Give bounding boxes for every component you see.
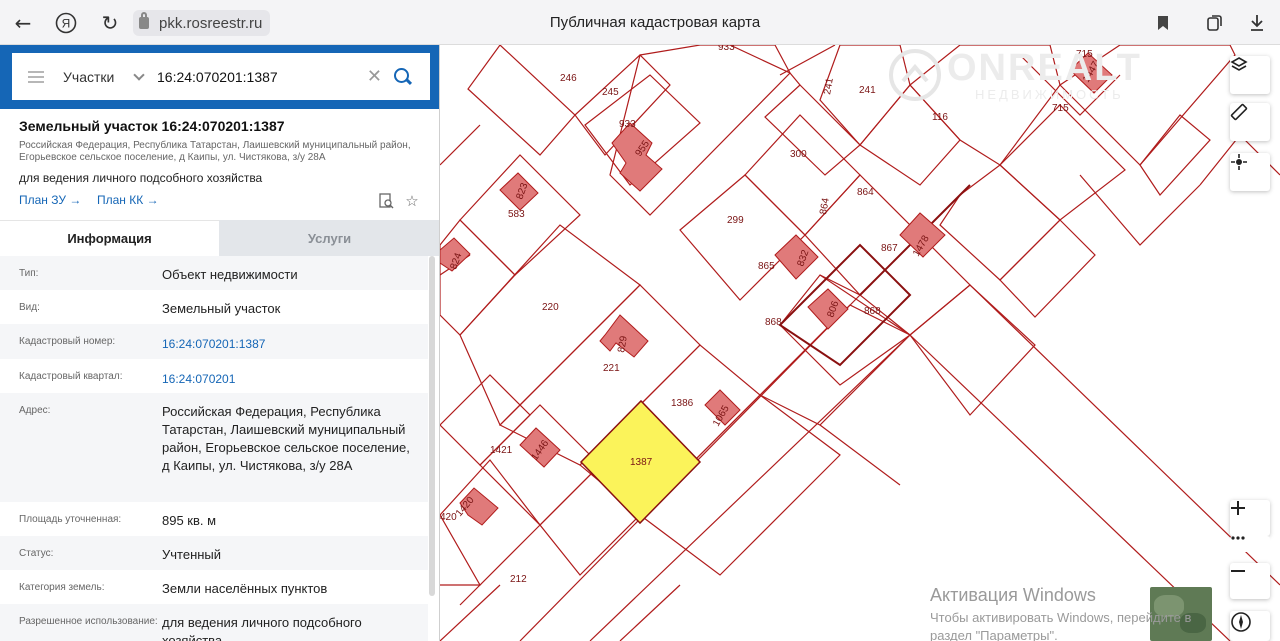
- parcel-label: 245: [602, 87, 619, 98]
- info-key: Разрешенное использование:: [19, 616, 158, 627]
- parcel-label: 1421: [490, 445, 513, 456]
- search-input[interactable]: 16:24:070201:1387: [157, 69, 367, 85]
- selected-parcel-label: 1387: [630, 457, 653, 468]
- parcel-label: 212: [510, 574, 527, 585]
- plan-kk-link[interactable]: План КК →: [97, 193, 159, 207]
- parcel-title: Земельный участок 16:24:070201:1387: [19, 118, 285, 134]
- info-row: Тип: Объект недвижимости: [0, 256, 428, 290]
- info-key: Кадастровый номер:: [19, 336, 116, 347]
- info-key: Статус:: [19, 548, 54, 559]
- info-row: Категория земель: Земли населённых пункт…: [0, 570, 428, 604]
- info-panel: Участки 16:24:070201:1387 ✕ ❮ Земельный …: [0, 45, 440, 641]
- cadastral-number-link[interactable]: 16:24:070201:1387: [162, 324, 412, 359]
- star-icon[interactable]: ☆: [404, 193, 420, 209]
- info-row: Разрешенное использование: для ведения л…: [0, 604, 428, 641]
- cadastral-map[interactable]: 933 246 245 933 241 241 715 1447 715 116…: [440, 45, 1280, 641]
- parcel-label: 583: [508, 209, 525, 220]
- parcel-label: 116: [932, 112, 948, 123]
- chevron-down-icon[interactable]: [133, 68, 145, 81]
- search-band: Участки 16:24:070201:1387 ✕ ❮: [0, 45, 439, 109]
- info-value: Учтенный: [162, 547, 222, 562]
- info-key: Категория земель:: [19, 582, 105, 593]
- info-row: Статус: Учтенный: [0, 536, 428, 570]
- dots-icon: [1231, 536, 1245, 540]
- info-table: Тип: Объект недвижимости Вид: Земельный …: [0, 256, 428, 641]
- menu-icon[interactable]: [28, 70, 44, 83]
- parcel-label: 299: [727, 215, 744, 226]
- info-value: Российская Федерация, Республика Татарст…: [162, 404, 410, 473]
- parcel-label: 1386: [671, 398, 694, 409]
- collections-icon[interactable]: [1201, 10, 1227, 36]
- info-key: Площадь уточненная:: [19, 514, 122, 525]
- locate-button[interactable]: [1230, 153, 1270, 191]
- compass-button[interactable]: [1230, 611, 1270, 641]
- ruler-icon: [1230, 103, 1248, 121]
- brand-logo-icon: [889, 49, 941, 101]
- info-key: Вид:: [19, 302, 40, 313]
- parcel-label: 867: [881, 243, 898, 254]
- brand-name: ONREALT: [947, 47, 1142, 89]
- info-row: Кадастровый номер: 16:24:070201:1387: [0, 324, 428, 359]
- parcel-label: 241: [822, 77, 836, 96]
- parcel-label: 868: [864, 306, 881, 317]
- tab-info[interactable]: Информация: [0, 220, 219, 256]
- info-row: Площадь уточненная: 895 кв. м: [0, 502, 428, 536]
- search-icon[interactable]: [394, 67, 412, 86]
- document-search-icon[interactable]: [378, 193, 394, 209]
- activation-line-2: раздел "Параметры".: [930, 628, 1058, 641]
- zoom-out-button[interactable]: [1230, 563, 1270, 599]
- info-row: Вид: Земельный участок: [0, 290, 428, 324]
- info-value: для ведения личного подсобного хозяйства: [162, 615, 362, 641]
- plus-icon: [1231, 501, 1245, 515]
- info-value: Объект недвижимости: [162, 267, 298, 282]
- zoom-in-button[interactable]: [1230, 500, 1270, 536]
- parcel-label: 220: [542, 302, 559, 313]
- parcel-label: 933: [619, 119, 636, 130]
- brand-watermark: ONREALT НЕДВИЖИМОСТЬ: [885, 45, 1145, 105]
- info-key: Адрес:: [19, 405, 51, 416]
- layers-button[interactable]: [1230, 56, 1270, 94]
- tab-services[interactable]: Услуги: [219, 220, 439, 256]
- parcel-label: 241: [859, 85, 876, 96]
- info-key: Тип:: [19, 268, 39, 279]
- map-canvas[interactable]: 933 246 245 933 241 241 715 1447 715 116…: [440, 45, 1280, 641]
- info-value: Земли населённых пунктов: [162, 581, 328, 596]
- cadastral-quarter-link[interactable]: 16:24:070201: [162, 359, 412, 393]
- page-title: Публичная кадастровая карта: [549, 14, 761, 31]
- activation-line-1: Чтобы активировать Windows, перейдите в: [930, 610, 1192, 625]
- minus-icon: [1231, 570, 1245, 572]
- parcel-label: 221: [603, 363, 620, 374]
- info-row: Кадастровый квартал: 16:24:070201: [0, 359, 428, 393]
- panel-scrollbar[interactable]: [429, 256, 435, 596]
- browser-toolbar: ← Я ↻ pkk.rosreestr.ru Публичная кадастр…: [0, 0, 1280, 45]
- parcel-label: 864: [857, 187, 874, 198]
- parcel-label: 300: [790, 149, 807, 160]
- brand-subtitle: НЕДВИЖИМОСТЬ: [975, 87, 1124, 102]
- plan-zu-link[interactable]: План ЗУ →: [19, 193, 81, 207]
- info-value: Земельный участок: [162, 301, 281, 316]
- more-button[interactable]: [1230, 536, 1270, 552]
- parcel-label: 864: [818, 197, 832, 216]
- download-icon[interactable]: [1244, 10, 1270, 36]
- bookmark-icon[interactable]: [1150, 10, 1176, 36]
- parcel-label: 868: [765, 317, 782, 328]
- parcel-label: 933: [718, 45, 735, 53]
- compass-icon: [1231, 612, 1251, 632]
- parcel-use: для ведения личного подсобного хозяйства: [19, 171, 263, 185]
- parcel-label: 420: [440, 512, 457, 523]
- measure-button[interactable]: [1230, 103, 1270, 141]
- parcel-label: 865: [758, 261, 775, 272]
- search-box[interactable]: Участки 16:24:070201:1387 ✕: [12, 53, 430, 100]
- clear-icon[interactable]: ✕: [367, 66, 382, 87]
- info-key: Кадастровый квартал:: [19, 371, 123, 382]
- layers-icon: [1230, 57, 1248, 71]
- info-row: Адрес: Российская Федерация, Республика …: [0, 393, 428, 502]
- parcel-address: Российская Федерация, Республика Татарст…: [19, 140, 411, 163]
- info-value: 895 кв. м: [162, 513, 217, 528]
- crosshair-icon: [1231, 154, 1247, 170]
- parcel-label: 246: [560, 73, 577, 84]
- search-type-select[interactable]: Участки: [63, 69, 125, 85]
- activation-title: Активация Windows: [930, 585, 1096, 605]
- panel-tabs: Информация Услуги: [0, 220, 439, 256]
